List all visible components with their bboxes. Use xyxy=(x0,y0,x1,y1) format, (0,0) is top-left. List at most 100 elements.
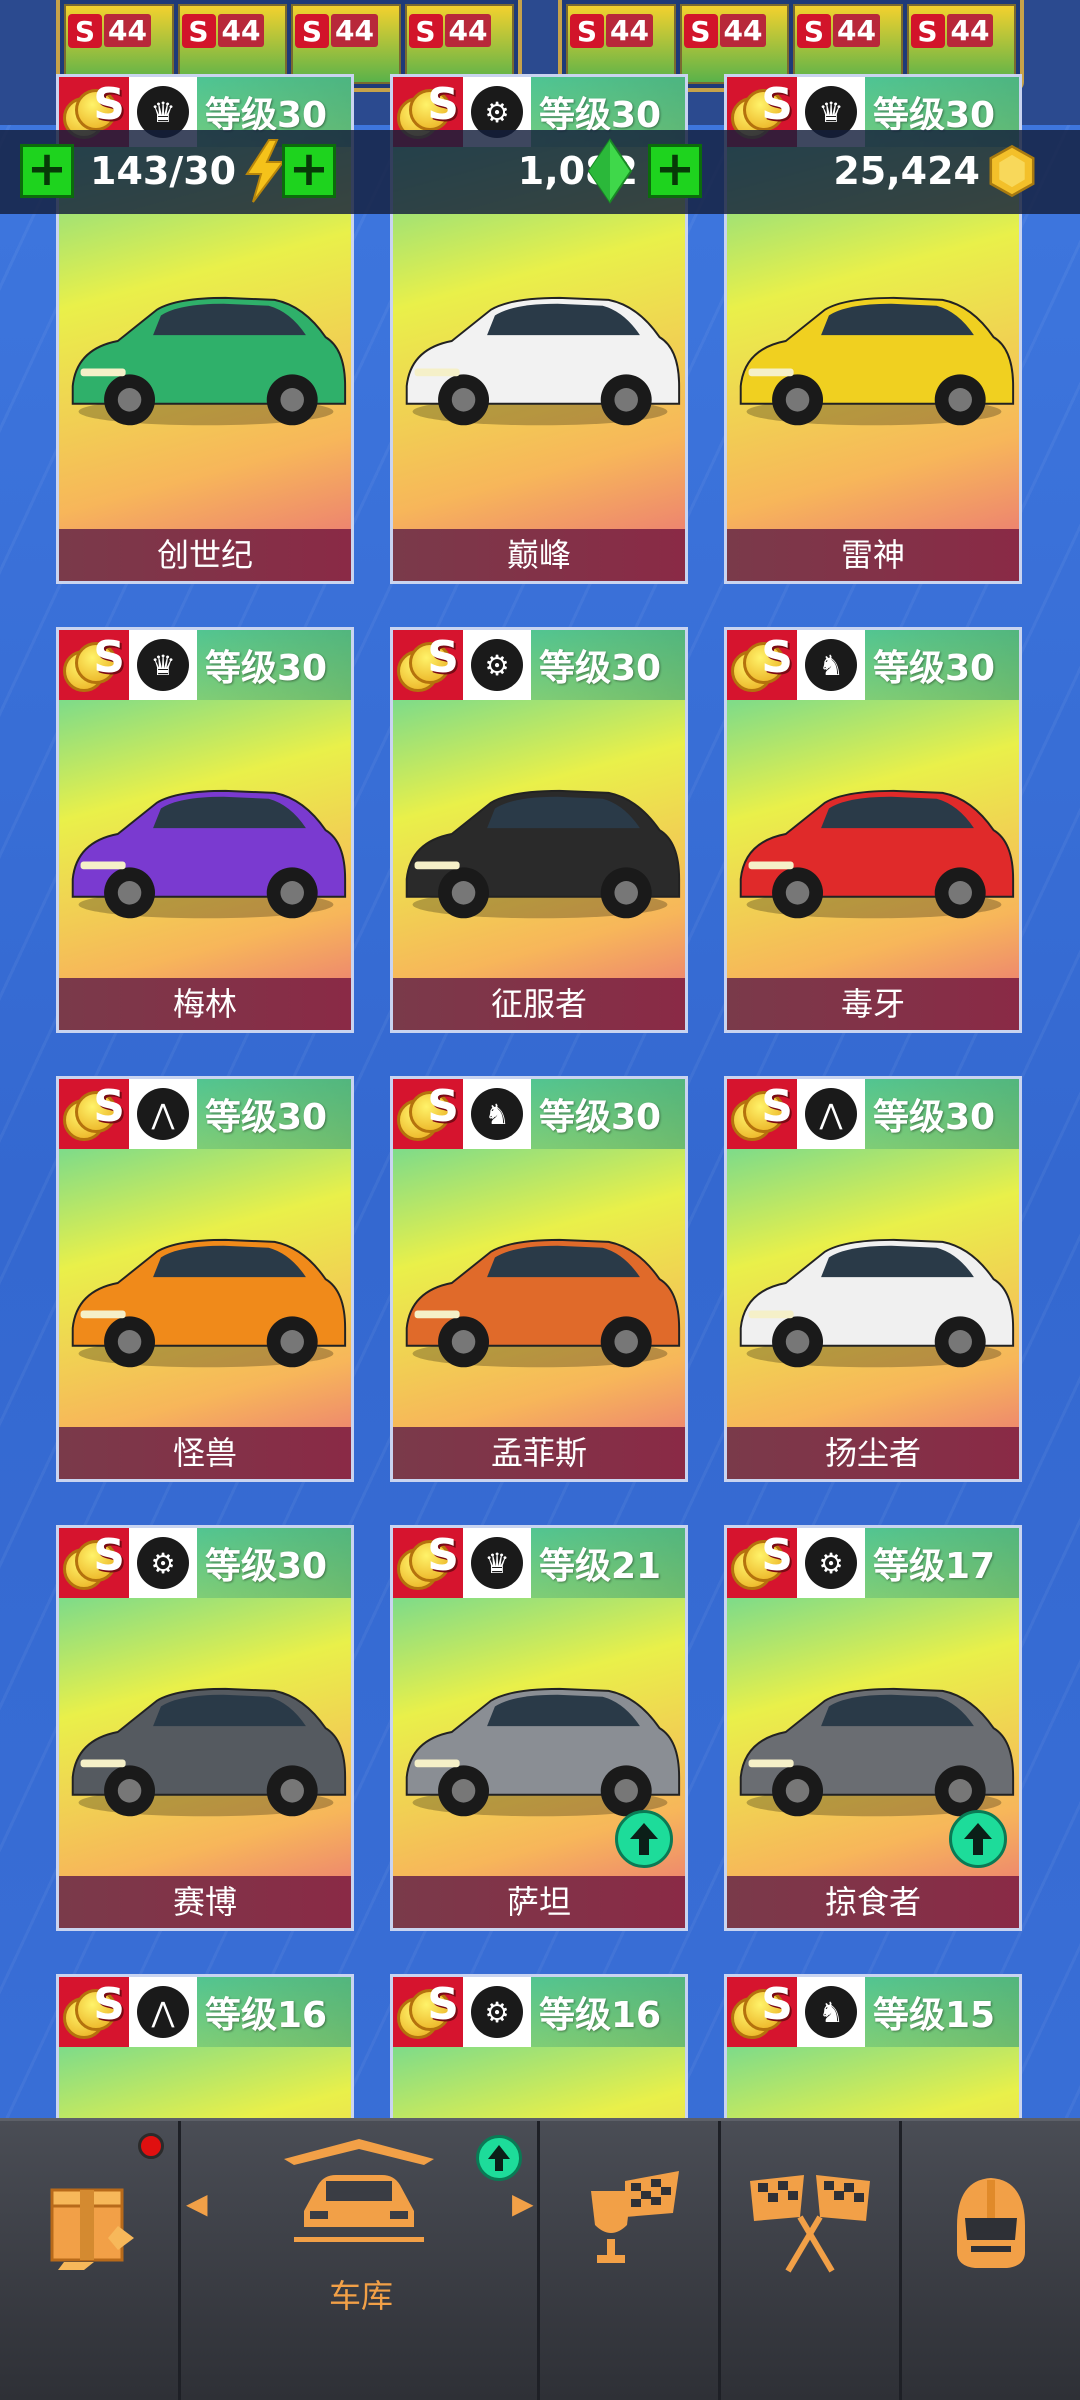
add-energy-button[interactable]: + xyxy=(20,144,74,198)
gems-group: + xyxy=(282,138,336,204)
card-header: S ♛ 等级21 xyxy=(393,1528,685,1598)
rank-s-icon: S xyxy=(727,1079,797,1149)
add-gems-button[interactable]: + xyxy=(282,144,336,198)
car-name: 扬尘者 xyxy=(727,1427,1019,1479)
garage-car-icon xyxy=(284,2139,434,2242)
s-badge: S xyxy=(181,14,216,48)
car-name: 创世纪 xyxy=(59,529,351,581)
reward-cell: S 44 xyxy=(404,4,514,84)
reward-cell: S 44 xyxy=(291,4,401,84)
car-name: 毒牙 xyxy=(727,978,1019,1030)
garage-label: 车库 xyxy=(328,2277,393,2315)
car-level: 等级16 xyxy=(205,1995,328,2036)
reward-value: 44 xyxy=(719,14,767,47)
nav-race[interactable] xyxy=(721,2121,899,2321)
reward-value: 44 xyxy=(104,14,151,47)
rank-s-icon: S xyxy=(59,1977,129,2047)
car-card[interactable]: S ⚙ 等级30 征服者 xyxy=(390,627,688,1033)
car-image xyxy=(71,296,347,426)
crown-icon: ♛ xyxy=(129,630,197,700)
rank-s-icon: S xyxy=(393,1079,463,1149)
car-card[interactable]: S ♞ 等级30 孟菲斯 xyxy=(390,1076,688,1482)
car-name: 怪兽 xyxy=(59,1427,351,1479)
car-name: 萨坦 xyxy=(393,1876,685,1928)
crown-icon: ♛ xyxy=(463,1528,531,1598)
horse-icon: ♞ xyxy=(797,1977,865,2047)
rank-s-icon: S xyxy=(727,1977,797,2047)
gem-icon xyxy=(582,138,638,204)
car-image xyxy=(71,789,347,919)
card-header: S ⋀ 等级16 xyxy=(59,1977,351,2047)
car-name: 巅峰 xyxy=(393,529,685,581)
car-name: 赛博 xyxy=(59,1876,351,1928)
s-badge: S xyxy=(295,14,329,48)
car-level: 等级30 xyxy=(205,1546,328,1587)
rank-s-icon: S xyxy=(393,1528,463,1598)
reward-value: 44 xyxy=(217,14,265,47)
notification-dot xyxy=(138,2133,164,2159)
reward-cell: S 44 xyxy=(679,4,789,84)
nav-events[interactable] xyxy=(540,2121,718,2321)
car-card[interactable]: S ♛ 等级21 萨坦 xyxy=(390,1525,688,1931)
s-badge: S xyxy=(683,14,718,48)
add-coins-button[interactable]: + xyxy=(648,144,702,198)
reward-cell: S 44 xyxy=(793,4,903,84)
upgrade-arrow-icon xyxy=(615,1810,673,1868)
rank-s-icon: S xyxy=(393,630,463,700)
car-level: 等级17 xyxy=(873,1546,996,1587)
rank-s-icon: S xyxy=(59,1528,129,1598)
rank-s-icon: S xyxy=(727,630,797,700)
garage-right-arrow-icon[interactable]: ▶ xyxy=(512,2187,534,2220)
rank-s-icon: S xyxy=(59,630,129,700)
garage-left-arrow-icon[interactable]: ◀ xyxy=(186,2187,208,2220)
reward-cell: S 44 xyxy=(177,4,287,84)
horse-icon: ♞ xyxy=(463,1079,531,1149)
car-card[interactable]: S ⚙ 等级30 赛博 xyxy=(56,1525,354,1931)
car-card[interactable]: S ⚙ 等级17 掠食者 xyxy=(724,1525,1022,1931)
gem-icon-wrap xyxy=(582,138,638,204)
car-level: 等级21 xyxy=(539,1546,662,1587)
card-header: S ⚙ 等级30 xyxy=(393,630,685,700)
card-header: S ⚙ 等级30 xyxy=(59,1528,351,1598)
car-level: 等级30 xyxy=(873,648,996,689)
reward-value: 44 xyxy=(946,14,994,47)
rank-s-icon: S xyxy=(59,1079,129,1149)
car-card[interactable]: S ♞ 等级30 毒牙 xyxy=(724,627,1022,1033)
car-image xyxy=(71,1238,347,1368)
s-badge: S xyxy=(68,14,102,48)
coin-icon-wrap xyxy=(984,138,1040,204)
car-card[interactable]: S ♛ 等级30 梅林 xyxy=(56,627,354,1033)
upgrade-arrow-icon xyxy=(949,1810,1007,1868)
card-header: S ⚙ 等级16 xyxy=(393,1977,685,2047)
bottom-nav: ◀ ▶ 车库 xyxy=(0,2118,1080,2400)
coin-icon xyxy=(984,138,1040,204)
garage-upgrade-badge-icon xyxy=(476,2135,522,2181)
car-image xyxy=(405,1238,681,1368)
car-card[interactable]: S ⋀ 等级30 扬尘者 xyxy=(724,1076,1022,1482)
coins-group: + xyxy=(648,138,702,204)
wheel-icon: ⚙ xyxy=(463,1977,531,2047)
energy-value: 143/30 xyxy=(90,149,237,193)
car-level: 等级16 xyxy=(539,1995,662,2036)
car-name: 孟菲斯 xyxy=(393,1427,685,1479)
car-card[interactable]: S ⋀ 等级30 怪兽 xyxy=(56,1076,354,1482)
car-level: 等级30 xyxy=(539,648,662,689)
helmet-icon xyxy=(957,2178,1025,2268)
nav-profile[interactable] xyxy=(902,2121,1080,2321)
car-name: 梅林 xyxy=(59,978,351,1030)
car-image xyxy=(739,1238,1015,1368)
horse-icon: ♞ xyxy=(797,630,865,700)
wheel-icon: ⚙ xyxy=(129,1528,197,1598)
reward-cell: S 44 xyxy=(64,4,174,84)
card-header: S ♞ 等级30 xyxy=(727,630,1019,700)
road-icon: ⋀ xyxy=(797,1079,865,1149)
car-level: 等级30 xyxy=(205,648,328,689)
s-badge: S xyxy=(408,14,443,48)
car-level: 等级30 xyxy=(873,1097,996,1138)
car-name: 征服者 xyxy=(393,978,685,1030)
shop-box-icon xyxy=(50,2188,134,2270)
energy-group: + 143/30 xyxy=(20,138,292,204)
card-header: S ⋀ 等级30 xyxy=(727,1079,1019,1149)
car-image xyxy=(739,296,1015,426)
card-header: S ♞ 等级30 xyxy=(393,1079,685,1149)
